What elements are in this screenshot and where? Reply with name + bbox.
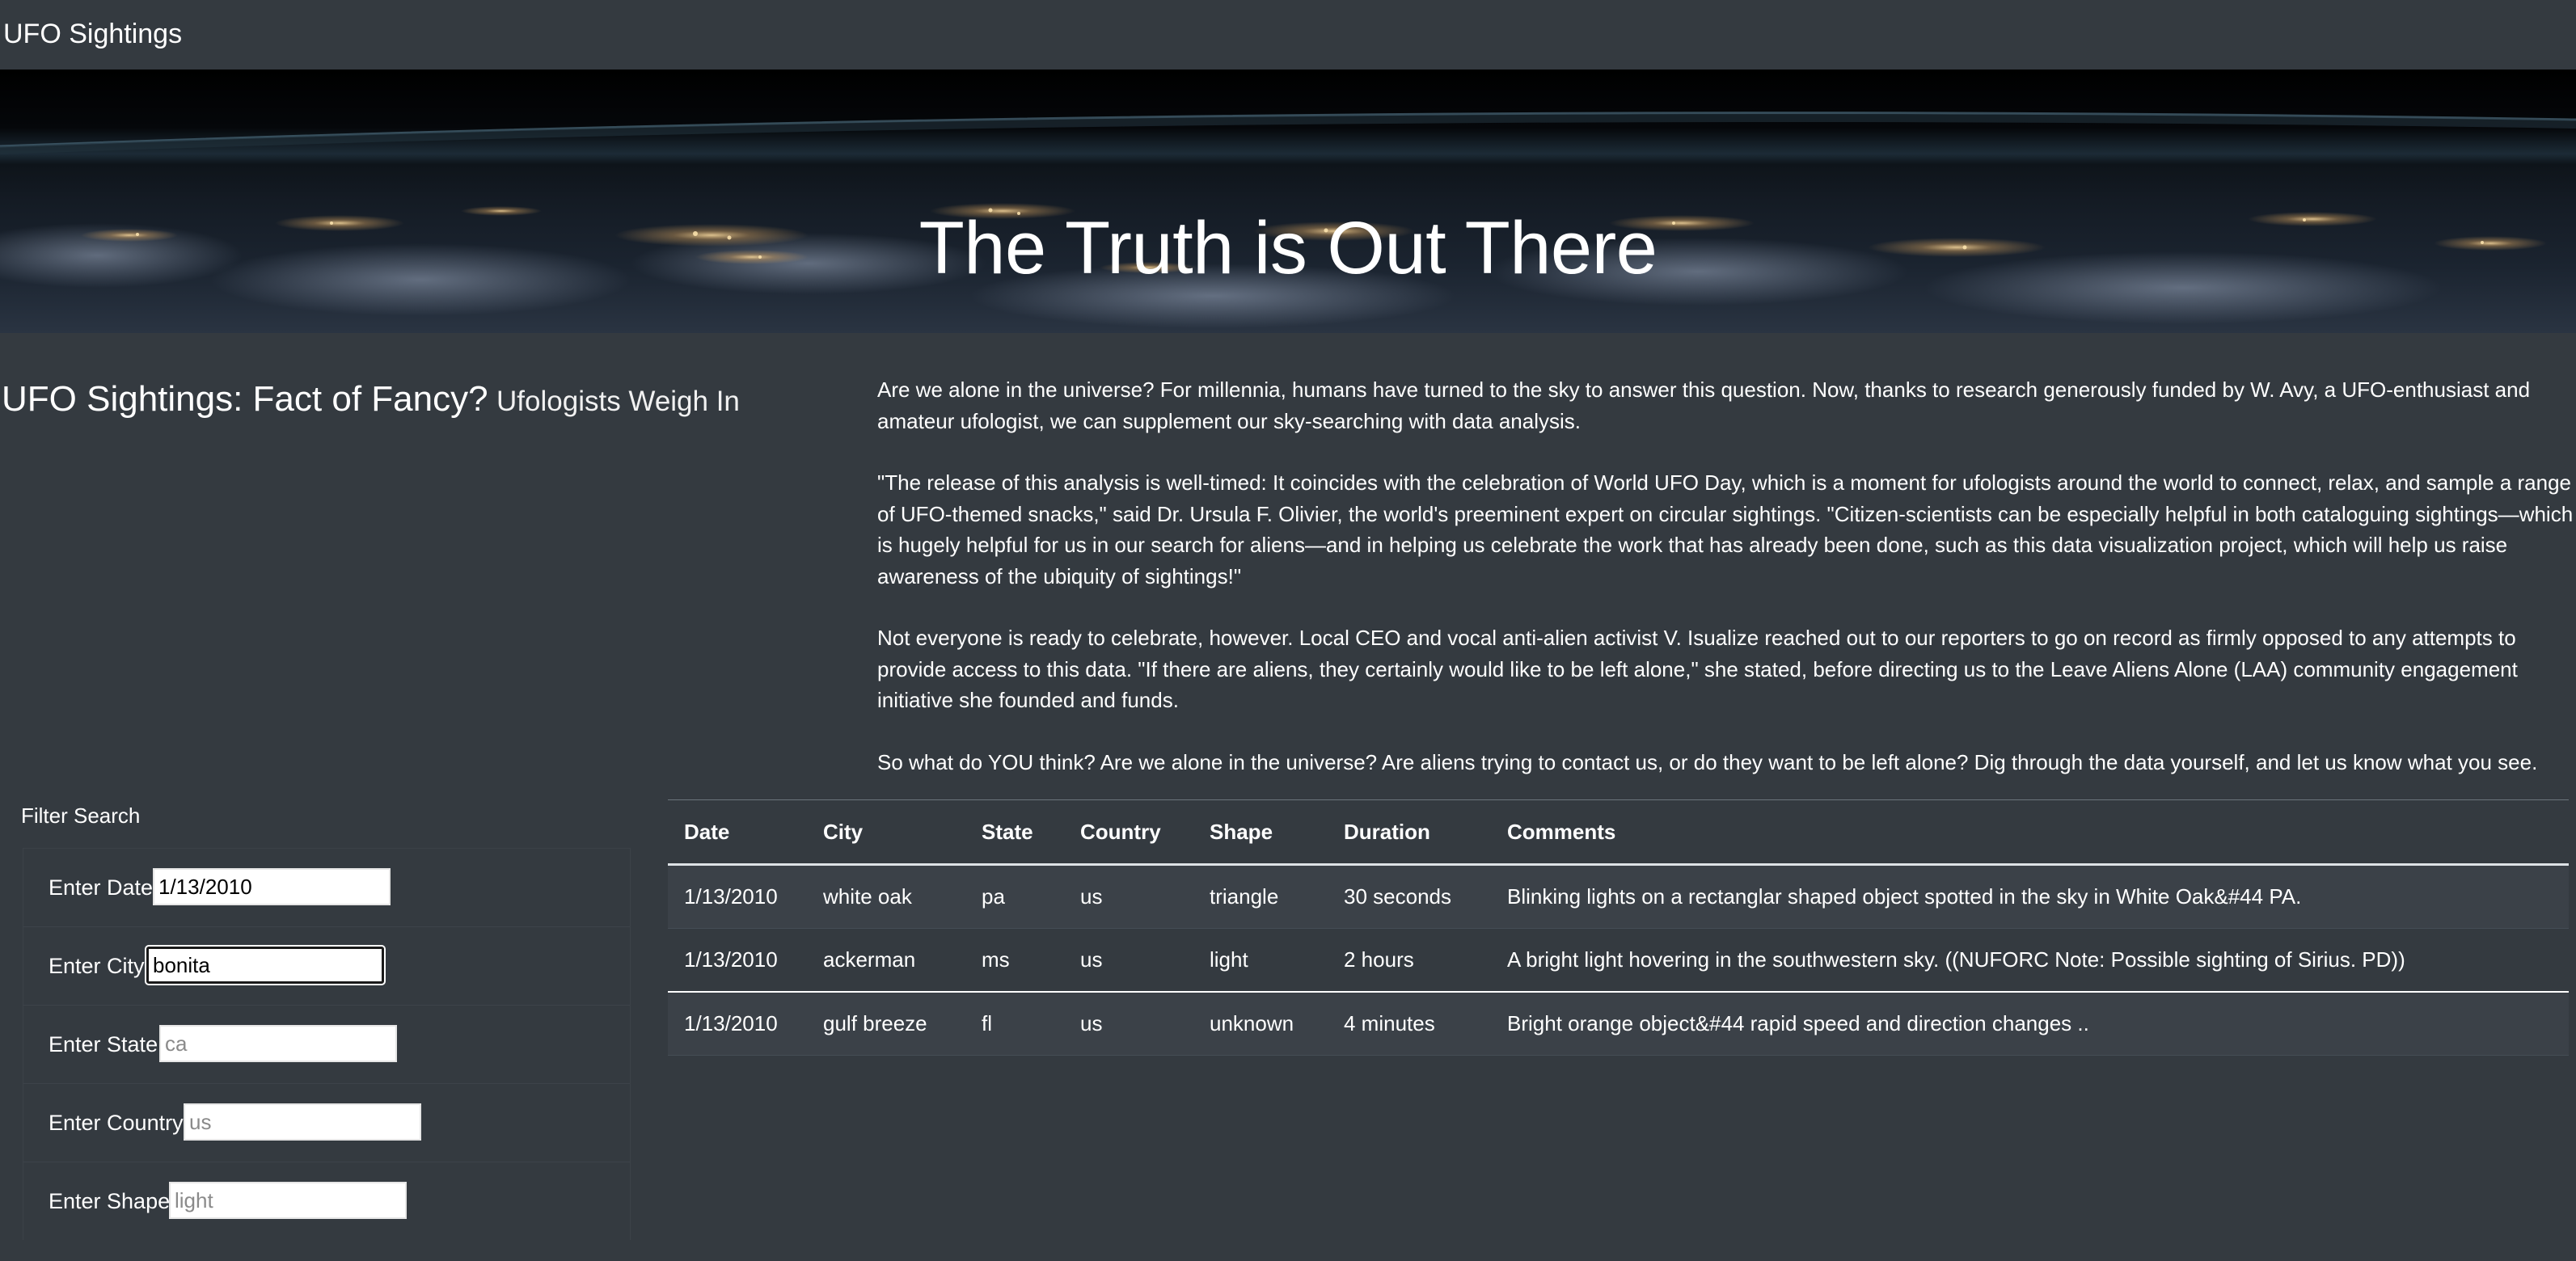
cell-shape: light	[1193, 928, 1328, 993]
cell-shape: triangle	[1193, 864, 1328, 929]
article-paragraph: Not everyone is ready to celebrate, howe…	[877, 626, 2518, 712]
filter-form: Enter Date Enter City Enter State Enter …	[23, 848, 631, 1240]
cell-state: pa	[965, 864, 1064, 929]
cell-date: 1/13/2010	[668, 928, 807, 993]
article-title: UFO Sightings: Fact of Fancy? Ufologists…	[2, 377, 740, 430]
cell-shape: unknown	[1193, 992, 1328, 1056]
table-row: 1/13/2010 gulf breeze fl us unknown 4 mi…	[668, 992, 2569, 1056]
article-paragraph: "The release of this analysis is well-ti…	[877, 470, 2574, 588]
filter-item-shape: Enter Shape	[23, 1162, 630, 1240]
city-input[interactable]	[146, 947, 384, 984]
cell-duration: 30 seconds	[1328, 864, 1491, 929]
cell-comments: Blinking lights on a rectanglar shaped o…	[1491, 864, 2569, 929]
column-header-state: State	[965, 799, 1064, 866]
hero-title: The Truth is Out There	[918, 206, 1658, 289]
table-row: 1/13/2010 ackerman ms us light 2 hours A…	[668, 928, 2569, 993]
filter-search-heading: Filter Search	[21, 803, 141, 828]
article-title-main: UFO Sightings: Fact of Fancy?	[2, 379, 488, 419]
cell-city: gulf breeze	[807, 992, 965, 1056]
table-body: 1/13/2010 white oak pa us triangle 30 se…	[668, 864, 2569, 1056]
column-header-country: Country	[1064, 799, 1193, 866]
ufo-sightings-table: Date City State Country Shape Duration C…	[668, 799, 2569, 1056]
article-paragraph: So what do YOU think? Are we alone in th…	[877, 749, 2538, 774]
shape-input[interactable]	[169, 1182, 407, 1219]
shape-label: Enter Shape	[49, 1189, 171, 1213]
date-input[interactable]	[153, 868, 391, 905]
navbar: UFO Sightings	[0, 0, 2576, 70]
table-row: 1/13/2010 white oak pa us triangle 30 se…	[668, 864, 2569, 929]
state-input[interactable]	[159, 1025, 397, 1062]
cell-date: 1/13/2010	[668, 992, 807, 1056]
column-header-shape: Shape	[1193, 799, 1328, 866]
cell-state: fl	[965, 992, 1064, 1056]
cell-country: us	[1064, 992, 1193, 1056]
article-subtitle: Ufologists Weigh In	[496, 386, 740, 417]
state-label: Enter State	[49, 1032, 158, 1056]
date-label: Enter Date	[49, 875, 154, 900]
cell-comments: Bright orange object&#44 rapid speed and…	[1491, 992, 2569, 1056]
cell-duration: 4 minutes	[1328, 992, 1491, 1056]
column-header-city: City	[807, 799, 965, 866]
cell-city: ackerman	[807, 928, 965, 993]
country-label: Enter Country	[49, 1111, 184, 1135]
cell-country: us	[1064, 928, 1193, 993]
earth-night-image	[0, 70, 2576, 333]
table-header-row: Date City State Country Shape Duration C…	[668, 799, 2569, 866]
cell-duration: 2 hours	[1328, 928, 1491, 993]
article-body: Are we alone in the universe? For millen…	[877, 374, 2574, 808]
country-input[interactable]	[184, 1103, 421, 1141]
cell-date: 1/13/2010	[668, 864, 807, 929]
filter-item-city: Enter City	[23, 926, 630, 1005]
hero-banner: The Truth is Out There	[0, 70, 2576, 333]
filter-item-date: Enter Date	[23, 848, 630, 926]
filter-item-country: Enter Country	[23, 1083, 630, 1162]
table-header: Date City State Country Shape Duration C…	[668, 799, 2569, 866]
cell-country: us	[1064, 864, 1193, 929]
column-header-comments: Comments	[1491, 799, 2569, 866]
cell-city: white oak	[807, 864, 965, 929]
brand-link[interactable]: UFO Sightings	[3, 18, 182, 50]
column-header-duration: Duration	[1328, 799, 1491, 866]
filter-item-state: Enter State	[23, 1005, 630, 1083]
cell-comments: A bright light hovering in the southwest…	[1491, 928, 2569, 993]
city-label: Enter City	[49, 954, 145, 978]
cell-state: ms	[965, 928, 1064, 993]
article-paragraph: Are we alone in the universe? For millen…	[877, 377, 2531, 433]
column-header-date: Date	[668, 799, 807, 866]
